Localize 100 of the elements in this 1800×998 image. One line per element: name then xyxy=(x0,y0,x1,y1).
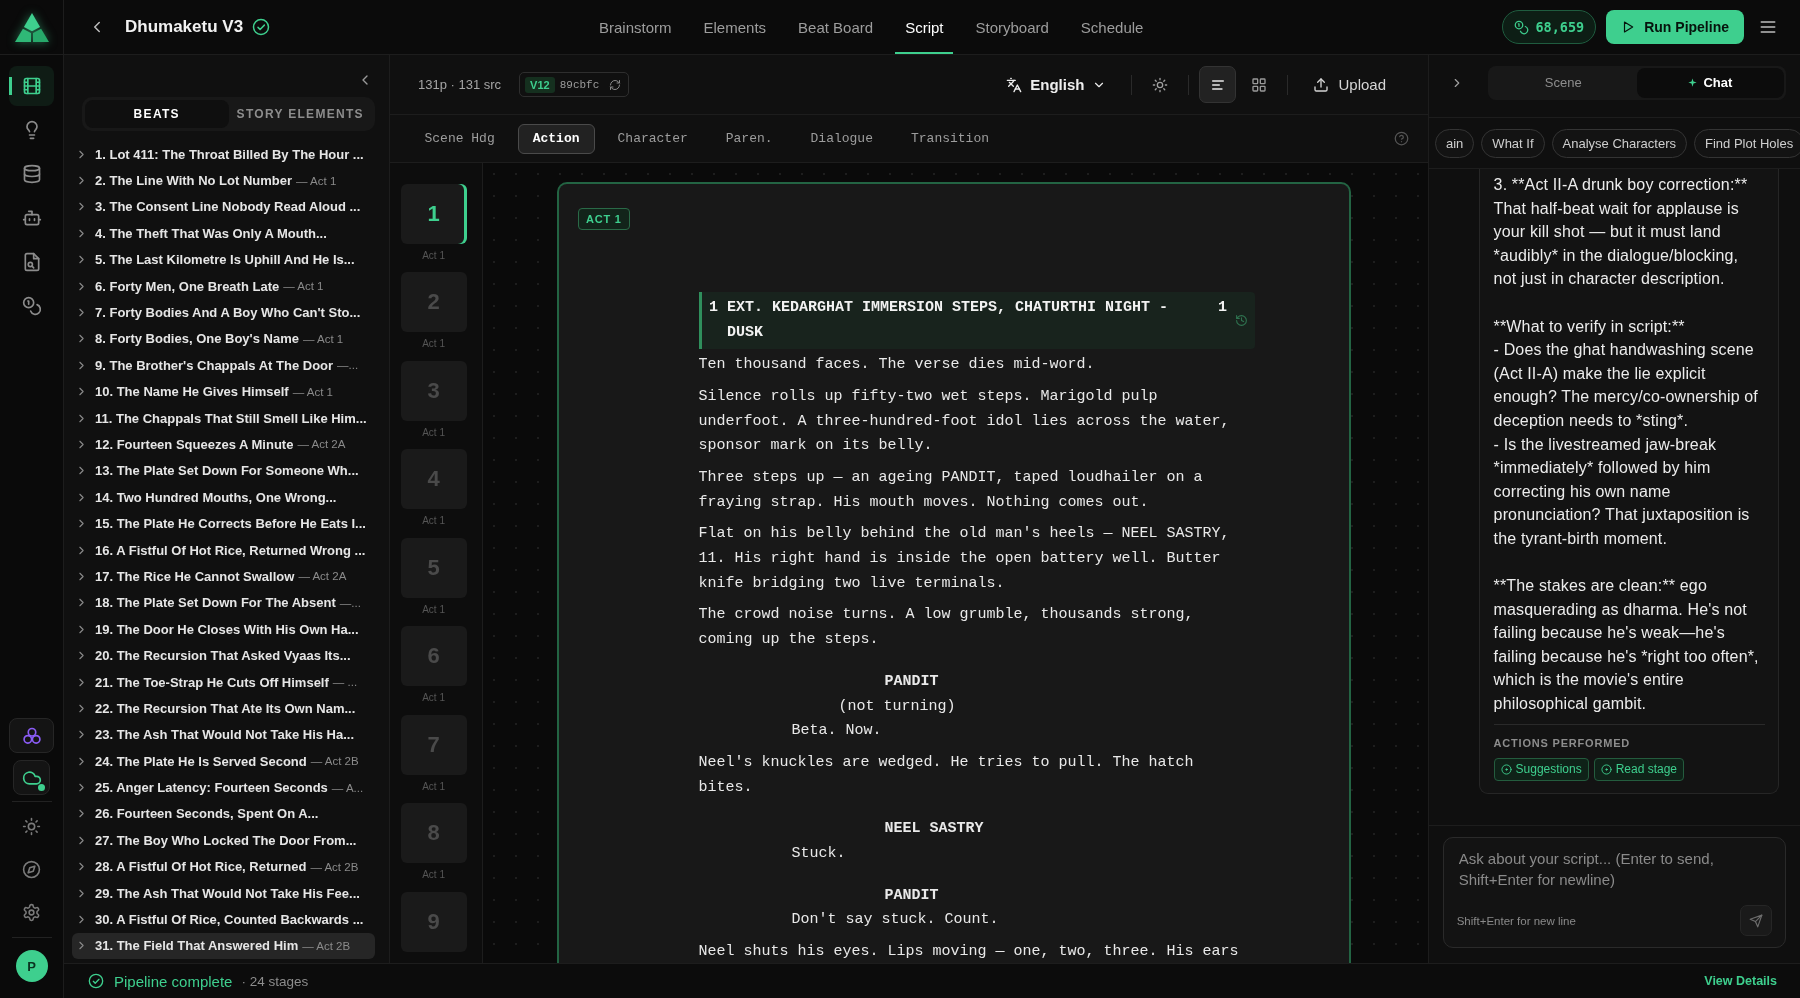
quick-action-chip[interactable]: Find Plot Holes xyxy=(1694,128,1800,158)
beat-row[interactable]: 27. The Boy Who Locked The Door From... xyxy=(72,827,375,854)
beat-row[interactable]: 26. Fourteen Seconds, Spent On A... xyxy=(72,800,375,828)
settings-icon[interactable] xyxy=(22,903,41,922)
panel-tab[interactable]: Scene xyxy=(1489,68,1637,98)
beat-row[interactable]: 19. The Door He Closes With His Own Ha... xyxy=(72,616,375,643)
beat-row[interactable]: 21. The Toe-Strap He Cuts Off Himself — ... xyxy=(72,668,375,696)
beat-row[interactable]: 6. Forty Men, One Breath Late — Act 1 xyxy=(72,272,375,300)
sidebar-nav-button[interactable] xyxy=(9,66,54,106)
circle-dot-icon[interactable] xyxy=(1600,763,1612,775)
element-type-tab[interactable]: Paren. xyxy=(710,123,788,154)
quick-action-chip[interactable]: Analyse Characters xyxy=(1551,128,1687,158)
compass-icon[interactable] xyxy=(22,860,41,879)
element-type-tab[interactable]: Action xyxy=(517,123,595,154)
beat-row[interactable]: 1. Lot 411: The Throat Billed By The Hour ... xyxy=(72,141,375,168)
act-label: Act 1 xyxy=(421,691,446,706)
robot-icon[interactable] xyxy=(21,208,42,228)
beat-row[interactable]: 14. Two Hundred Mouths, One Wrong... xyxy=(72,484,375,511)
translate-icon[interactable] xyxy=(1006,76,1023,93)
nav-tab[interactable]: Storyboard xyxy=(965,0,1059,54)
panel-tab[interactable]: Chat xyxy=(1636,68,1784,98)
beat-row[interactable]: 29. The Ash That Would Not Take His Fee... xyxy=(72,879,375,907)
quick-action-chip[interactable]: What If xyxy=(1481,128,1545,158)
chat-composer[interactable]: Ask about your script... (Enter to send, Shift+Enter for newline) Shift+Enter for new line xyxy=(1442,837,1786,948)
view-mode-button[interactable] xyxy=(1199,66,1237,103)
beat-row[interactable]: 30. A Fistful Of Rice, Counted Backwards ... xyxy=(72,906,375,933)
beat-row[interactable]: 20. The Recursion That Asked Vyaas Its... xyxy=(72,642,375,669)
scene-number: 1 xyxy=(709,298,719,319)
beat-row[interactable]: 22. The Recursion That Ate Its Own Nam... xyxy=(72,695,375,722)
nav-tab[interactable]: Script xyxy=(895,0,954,54)
view-details-link[interactable]: View Details xyxy=(1704,974,1777,988)
beat-row[interactable]: 17. The Rice He Cannot Swallow — Act 2A xyxy=(72,563,375,590)
dialogue-text: Stuck. xyxy=(791,844,846,865)
quick-action-chip[interactable]: ain xyxy=(1435,128,1475,158)
beat-title: 1. Lot 411: The Throat Billed By The Hour ... xyxy=(95,146,364,162)
beat-row[interactable]: 7. Forty Bodies And A Boy Who Can't Sto... xyxy=(72,299,375,326)
coins-icon[interactable] xyxy=(1514,19,1530,35)
play-icon[interactable] xyxy=(1621,20,1636,34)
beat-row[interactable]: 5. The Last Kilometre Is Uphill And He Is... xyxy=(72,246,375,273)
action-tag[interactable]: Read stage xyxy=(1593,757,1685,781)
beat-row[interactable]: 12. Fourteen Squeezes A Minute — Act 2A xyxy=(72,431,375,458)
beat-row[interactable]: 24. The Plate He Is Served Second — Act 2B xyxy=(72,748,375,775)
element-type-tab[interactable]: Dialogue xyxy=(795,123,888,154)
sun-icon[interactable] xyxy=(1152,76,1169,93)
beat-row[interactable]: 9. The Brother's Chappals At The Door —... xyxy=(72,352,375,379)
element-type-tab[interactable]: Scene Hdg xyxy=(409,123,510,154)
beat-row[interactable]: 2. The Line With No Lot Number — Act 1 xyxy=(72,167,375,194)
nav-tab[interactable]: Elements xyxy=(693,0,777,54)
beat-row[interactable]: 15. The Plate He Corrects Before He Eats I... xyxy=(72,510,375,537)
beat-row[interactable]: 18. The Plate Set Down For The Absent —... xyxy=(72,589,375,617)
user-avatar[interactable]: P xyxy=(15,950,48,982)
rail-tool-button[interactable] xyxy=(9,718,54,753)
run-pipeline-button[interactable]: Run Pipeline xyxy=(1606,10,1744,44)
panel-tab[interactable]: STORY ELEMENTS xyxy=(228,100,372,128)
act-label: — Act 1 xyxy=(292,385,333,398)
character-name: NEEL SASTRY xyxy=(884,819,984,840)
nav-tab[interactable]: Brainstorm xyxy=(589,0,682,54)
send-icon[interactable] xyxy=(1749,913,1763,928)
beat-row[interactable]: 3. The Consent Line Nobody Read Aloud ... xyxy=(72,193,375,221)
beat-row[interactable]: 23. The Ash That Would Not Take His Ha... xyxy=(72,721,375,748)
act-label: Act 1 xyxy=(421,602,446,617)
coins-icon[interactable] xyxy=(21,296,42,316)
upload-icon[interactable] xyxy=(1313,76,1330,93)
help-icon[interactable] xyxy=(1394,131,1409,146)
language-button[interactable]: English xyxy=(1006,76,1107,93)
beat-row[interactable]: 10. The Name He Gives Himself — Act 1 xyxy=(72,378,375,405)
scene-card[interactable]: 1 xyxy=(400,183,467,244)
film-icon[interactable] xyxy=(21,76,42,96)
send-button[interactable] xyxy=(1740,905,1772,936)
beat-row[interactable]: 25. Anger Latency: Fourteen Seconds — A... xyxy=(72,774,375,801)
nav-tab[interactable]: Beat Board xyxy=(788,0,884,54)
sparkle-icon[interactable] xyxy=(1688,78,1698,88)
rail-tool-button[interactable] xyxy=(13,760,50,795)
circle-dot-icon[interactable] xyxy=(1500,763,1512,775)
beat-row[interactable]: 11. The Chappals That Still Smell Like Him... xyxy=(72,404,375,432)
project-title: Dhumaketu V3 xyxy=(125,17,244,37)
refresh-icon[interactable] xyxy=(609,78,622,91)
beat-row[interactable]: 8. Forty Bodies, One Boy's Name — Act 1 xyxy=(72,325,375,353)
credits-button[interactable]: 68,659 xyxy=(1502,10,1597,44)
action-tag[interactable]: Suggestions xyxy=(1493,757,1589,781)
hint-text: Shift+Enter for new line xyxy=(1456,914,1576,927)
beat-row[interactable]: 16. A Fistful Of Hot Rice, Returned Wrong ... xyxy=(72,536,375,564)
history-icon[interactable] xyxy=(1235,313,1248,327)
database-icon[interactable] xyxy=(21,164,42,184)
element-type-tab[interactable]: Transition xyxy=(896,123,1004,154)
sun-icon[interactable] xyxy=(22,817,41,836)
panel-tab[interactable]: BEATS xyxy=(85,100,229,128)
nav-tab[interactable]: Schedule xyxy=(1070,0,1154,54)
beat-row[interactable]: 13. The Plate Set Down For Someone Wh... xyxy=(72,457,375,485)
beat-row[interactable]: 31. The Field That Answered Him — Act 2B xyxy=(72,932,375,960)
grid-icon[interactable] xyxy=(1250,76,1267,93)
upload-button[interactable]: Upload xyxy=(1313,76,1386,93)
circles-icon[interactable] xyxy=(21,725,42,746)
beat-row[interactable]: 28. A Fistful Of Hot Rice, Returned — Act 2B xyxy=(72,853,375,880)
chat-input[interactable]: Ask about your script... (Enter to send, Shift+Enter for newline) xyxy=(1458,849,1772,893)
element-type-tab[interactable]: Character xyxy=(602,123,703,154)
beat-title: 5. The Last Kilometre Is Uphill And He Is... xyxy=(95,252,355,268)
action-text: Flat on his belly behind the old man's heels — NEEL SASTRY, 11. His right hand is inside the open battery well. Butter knife bridging two live terminals. xyxy=(698,524,1231,594)
status-detail: · 24 stages xyxy=(241,973,309,989)
beat-row[interactable]: 4. The Theft That Was Only A Mouth... xyxy=(72,220,375,247)
